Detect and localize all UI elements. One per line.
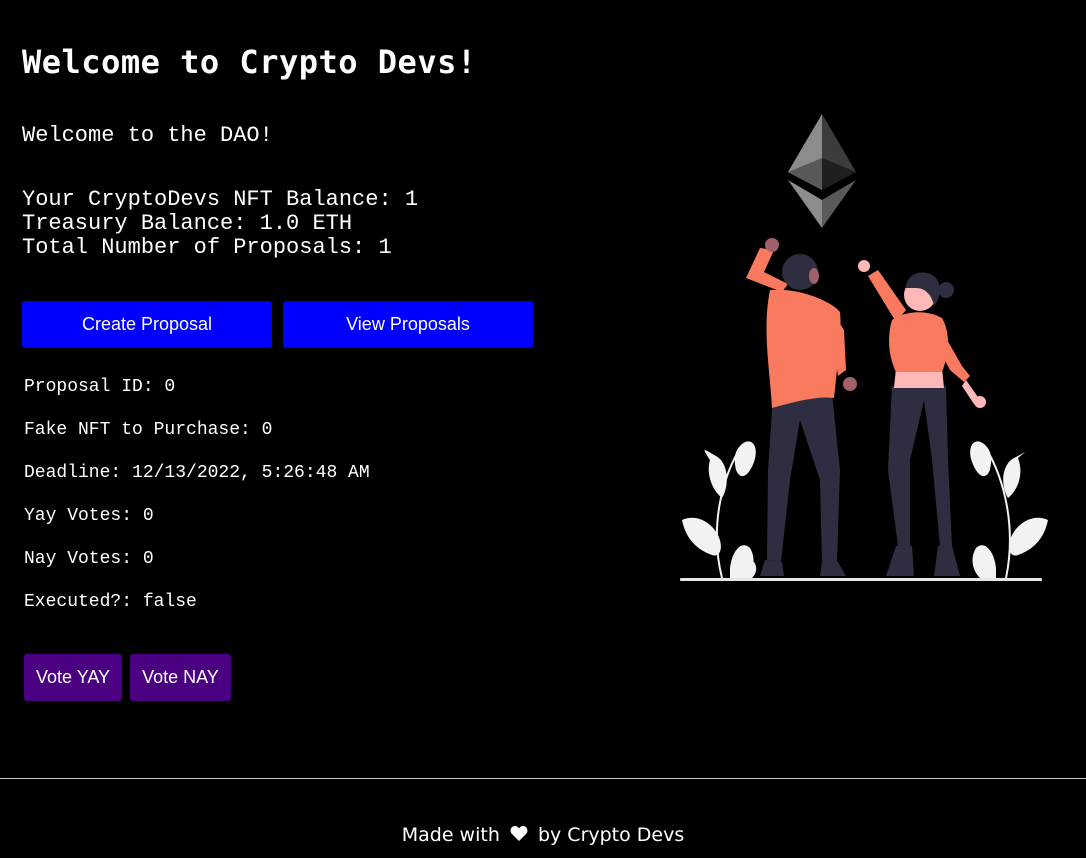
- treasury-balance: Treasury Balance: 1.0 ETH: [22, 211, 353, 236]
- proposal-executed: Executed?: false: [24, 592, 197, 612]
- ethereum-icon: [788, 114, 856, 228]
- hero-illustration: [670, 100, 1060, 590]
- proposal-id: Proposal ID: 0: [24, 377, 176, 397]
- woman-figure: [858, 260, 986, 576]
- footer-divider: [0, 778, 1086, 779]
- page-title: Welcome to Crypto Devs!: [22, 43, 477, 81]
- page: Welcome to Crypto Devs! Welcome to the D…: [0, 0, 1086, 858]
- ethereum-people-illustration: [680, 114, 1048, 581]
- vote-yay-button[interactable]: Vote YAY: [24, 654, 123, 701]
- view-proposals-button[interactable]: View Proposals: [283, 301, 533, 348]
- proposal-nft: Fake NFT to Purchase: 0: [24, 420, 273, 440]
- tab-buttons: Create Proposal View Proposals: [22, 301, 533, 348]
- nft-balance: Your CryptoDevs NFT Balance: 1: [22, 187, 419, 212]
- proposal-deadline: Deadline: 12/13/2022, 5:26:48 AM: [24, 463, 370, 483]
- welcome-text: Welcome to the DAO!: [22, 123, 273, 148]
- heart-icon: [510, 821, 528, 851]
- dao-stats: Your CryptoDevs NFT Balance: 1 Treasury …: [22, 188, 418, 260]
- proposal-nay-votes: Nay Votes: 0: [24, 549, 154, 569]
- footer-prefix: Made with: [401, 824, 500, 846]
- vote-buttons: Vote YAY Vote NAY: [24, 654, 231, 701]
- create-proposal-button[interactable]: Create Proposal: [22, 301, 272, 348]
- man-figure: [746, 238, 857, 576]
- right-plant: [970, 441, 1048, 579]
- left-plant: [682, 441, 757, 579]
- total-proposals: Total Number of Proposals: 1: [22, 235, 392, 260]
- vote-nay-button[interactable]: Vote NAY: [130, 654, 231, 701]
- proposal-yay-votes: Yay Votes: 0: [24, 506, 154, 526]
- footer: Made with by Crypto Devs: [0, 820, 1086, 851]
- proposal-card: Proposal ID: 0 Fake NFT to Purchase: 0 D…: [24, 372, 370, 630]
- footer-suffix: by Crypto Devs: [537, 824, 685, 846]
